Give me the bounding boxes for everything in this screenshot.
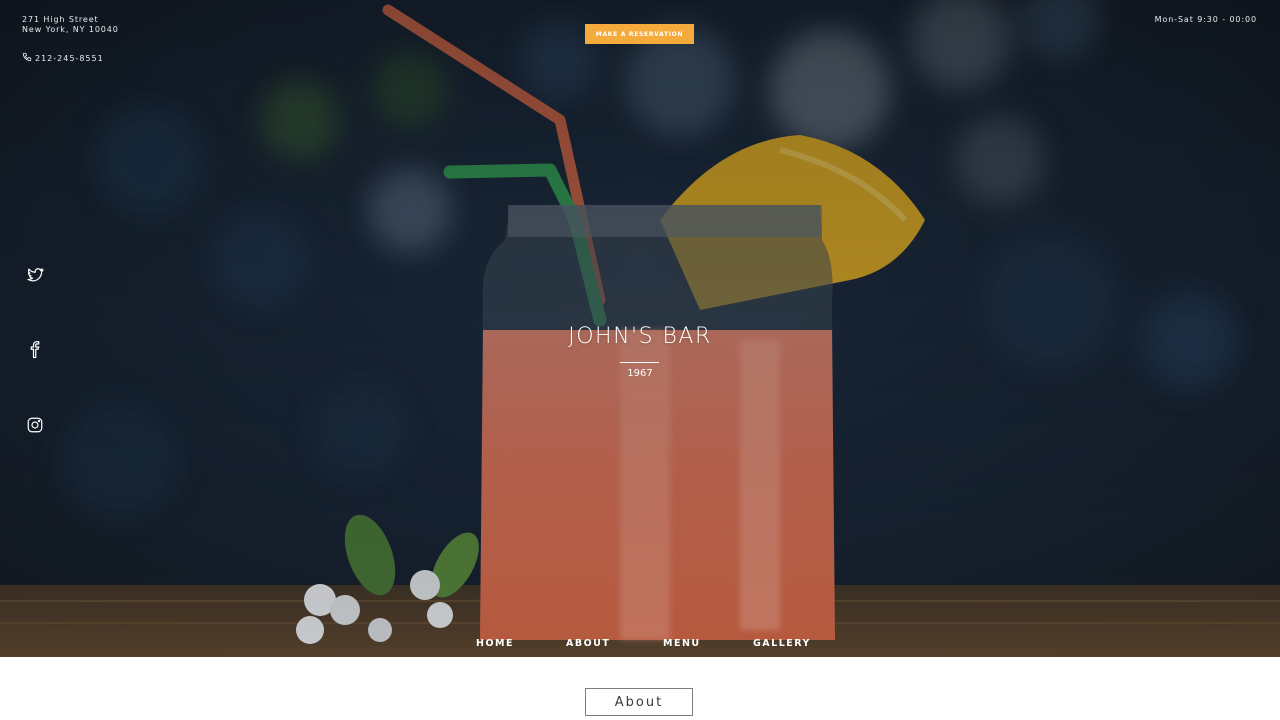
instagram-link[interactable] <box>25 415 45 435</box>
phone-contact[interactable]: 212-245-8551 <box>22 52 104 64</box>
nav-menu[interactable]: MENU <box>663 638 701 649</box>
nav-gallery[interactable]: GALLERY <box>753 638 811 649</box>
established-year: 1967 <box>627 368 653 379</box>
nav-home[interactable]: HOME <box>476 638 514 649</box>
page-title: JOHN'S BAR <box>568 324 712 349</box>
main-nav: HOME ABOUT MENU GALLERY <box>0 638 1280 652</box>
address-line-1: 271 High Street <box>22 15 99 24</box>
make-reservation-button[interactable]: MAKE A RESERVATION <box>585 24 694 44</box>
opening-hours: Mon-Sat 9:30 - 00:00 <box>1154 15 1257 24</box>
nav-about[interactable]: ABOUT <box>566 638 610 649</box>
twitter-icon <box>27 268 44 282</box>
about-section-button[interactable]: About <box>585 688 693 716</box>
hero-section: 271 High Street New York, NY 10040 212-2… <box>0 0 1280 657</box>
address-line-2: New York, NY 10040 <box>22 25 119 34</box>
phone-icon <box>22 52 32 64</box>
twitter-link[interactable] <box>25 265 45 285</box>
instagram-icon <box>27 417 43 433</box>
title-divider <box>620 362 659 363</box>
address-block: 271 High Street New York, NY 10040 <box>22 15 119 35</box>
phone-number: 212-245-8551 <box>35 53 104 63</box>
